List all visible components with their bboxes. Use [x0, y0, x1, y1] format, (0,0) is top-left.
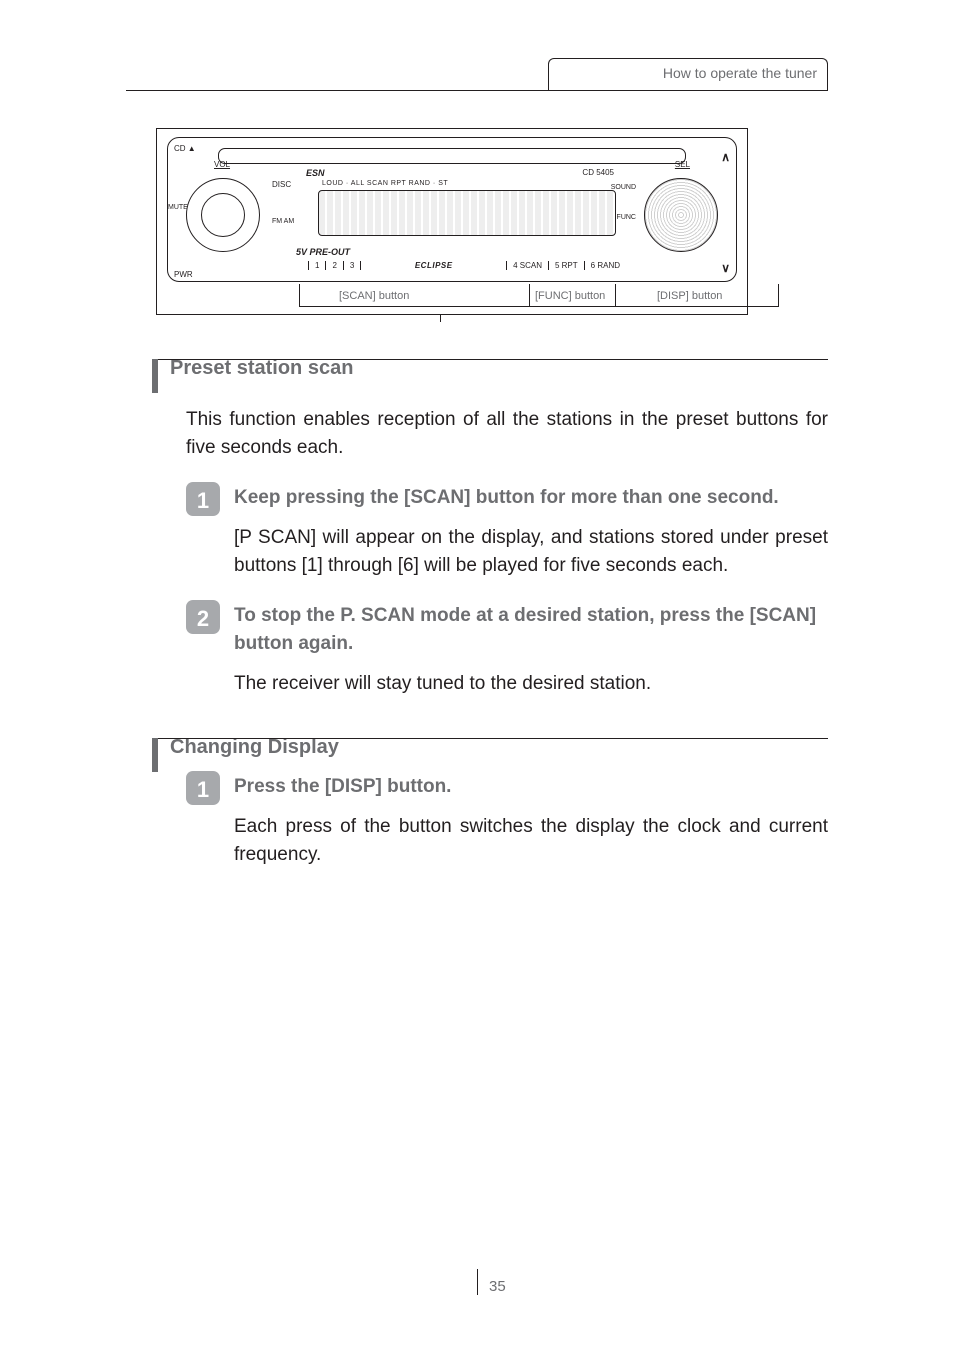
- footer-divider: [477, 1269, 478, 1295]
- volume-knob: [186, 178, 260, 252]
- chevron-down-icon: ∨: [721, 261, 730, 275]
- section-tab: How to operate the tuner: [548, 58, 828, 90]
- preout-label: 5V PRE-OUT: [296, 247, 350, 257]
- section-bar-icon: [152, 359, 158, 393]
- preset-button-row: 1 2 3 ECLIPSE 4 SCAN 5 RPT 6 RAND: [308, 257, 626, 273]
- section-preset-scan: Preset station scan This function enable…: [126, 359, 828, 698]
- select-knob: [644, 178, 718, 252]
- receiver-illustration: CD ▲ VOL SEL MUTE PWR DISC FM AM 5V PRE-…: [156, 128, 748, 315]
- esn-label: ESN: [306, 168, 325, 178]
- step-2: 2 To stop the P. SCAN mode at a desired …: [186, 602, 828, 698]
- section-changing-display: Changing Display 1 Press the [DISP] butt…: [126, 738, 828, 869]
- preset-1: 1: [308, 261, 325, 270]
- step-number: 1: [186, 484, 220, 518]
- callout-row: [SCAN] button [FUNC] button [DISP] butto…: [157, 284, 747, 314]
- section-bar-icon: [152, 738, 158, 772]
- vol-label: VOL: [214, 160, 230, 169]
- step-1-body: [P SCAN] will appear on the display, and…: [234, 524, 828, 580]
- mute-label: MUTE: [168, 204, 188, 211]
- lcd-indicator-labels: LOUD · ALL SCAN RPT RAND · ST: [322, 180, 448, 187]
- preset-5-rpt: 5 RPT: [548, 261, 584, 270]
- step-1-heading: Keep pressing the [SCAN] button for more…: [234, 484, 828, 512]
- step-1: 1 Press the [DISP] button. Each press of…: [186, 773, 828, 869]
- callout-func: [FUNC] button: [535, 290, 605, 302]
- section-title: Changing Display: [170, 736, 339, 759]
- model-label: CD 5405: [582, 168, 614, 177]
- step-2-body: The receiver will stay tuned to the desi…: [234, 670, 828, 698]
- step-number: 1: [186, 773, 220, 807]
- step-1-heading: Press the [DISP] button.: [234, 773, 828, 801]
- disc-label: DISC: [272, 180, 291, 189]
- callout-tick: [440, 314, 441, 322]
- cd-slot: [218, 148, 686, 164]
- preset-3: 3: [343, 261, 360, 270]
- section-title: Preset station scan: [170, 357, 353, 380]
- callout-disp: [DISP] button: [657, 290, 722, 302]
- preset-2: 2: [325, 261, 342, 270]
- brand-eclipse: ECLIPSE: [360, 261, 506, 270]
- section-intro: This function enables reception of all t…: [186, 406, 828, 462]
- callout-scan: [SCAN] button: [339, 290, 409, 302]
- step-1-body: Each press of the button switches the di…: [234, 813, 828, 869]
- section-rule: [158, 738, 828, 739]
- faceplate-outline: CD ▲ VOL SEL MUTE PWR DISC FM AM 5V PRE-…: [167, 137, 737, 282]
- header-rule: [126, 90, 828, 91]
- fm-am-label: FM AM: [272, 218, 294, 226]
- preset-4-scan: 4 SCAN: [506, 261, 548, 270]
- lcd-display: [318, 190, 616, 236]
- preset-6-rand: 6 RAND: [584, 261, 626, 270]
- step-number: 2: [186, 602, 220, 636]
- pwr-label: PWR: [174, 270, 193, 279]
- page-number: 35: [489, 1278, 506, 1295]
- step-1: 1 Keep pressing the [SCAN] button for mo…: [186, 484, 828, 580]
- step-2-heading: To stop the P. SCAN mode at a desired st…: [234, 602, 828, 658]
- sel-label: SEL: [675, 160, 690, 169]
- chevron-up-icon: ∧: [721, 150, 730, 164]
- section-rule: [158, 359, 828, 360]
- cd-eject-label: CD ▲: [174, 144, 196, 153]
